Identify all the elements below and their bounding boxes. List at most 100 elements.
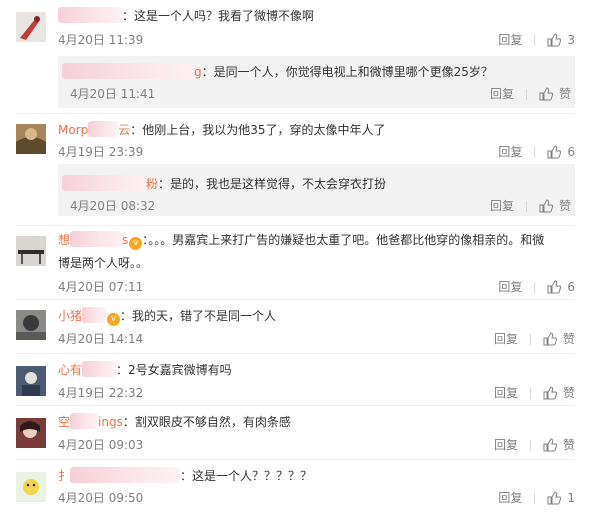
username-fragment[interactable]: ings [98, 415, 123, 429]
username-fragment[interactable]: 粉 [146, 177, 158, 191]
username-fragment[interactable]: 小猪 [58, 309, 82, 323]
action-divider [534, 492, 536, 504]
thumbs-up-icon [543, 438, 557, 452]
reply-item: g：是同一个人，你觉得电视上和微博里哪个更像25岁？ 4月20日 11:41 回… [58, 56, 575, 108]
blurred-username [58, 7, 122, 23]
comment-actions: 回复 赞 [494, 385, 575, 401]
like-label: 赞 [558, 199, 571, 213]
like-button[interactable]: 赞 [543, 331, 575, 347]
comment-time: 4月19日 23:39 [58, 145, 144, 159]
username-fragment[interactable]: Morp [58, 123, 88, 137]
like-label: 赞 [558, 87, 571, 101]
like-button[interactable]: 3 [547, 32, 575, 48]
like-button[interactable]: 赞 [543, 437, 575, 453]
reply-time: 4月20日 11:41 [70, 87, 156, 101]
avatar[interactable] [16, 310, 46, 340]
like-label: 赞 [562, 438, 575, 452]
username-fragment[interactable]: 扌 [58, 469, 70, 483]
divider [16, 113, 575, 114]
blurred-username [62, 63, 194, 79]
reply-time: 4月20日 08:32 [70, 199, 156, 213]
action-divider [534, 34, 536, 46]
action-divider [525, 200, 527, 212]
action-divider [529, 333, 531, 345]
reply-button[interactable]: 回复 [498, 490, 522, 506]
thumbs-up-icon [543, 332, 557, 346]
like-button[interactable]: 赞 [539, 86, 571, 102]
action-divider [529, 439, 531, 451]
reply-text: ：是同一个人，你觉得电视上和微博里哪个更像25岁？ [201, 65, 493, 79]
reply-button[interactable]: 回复 [498, 279, 522, 295]
vip-badge-icon: v [107, 313, 121, 326]
reply-button[interactable]: 回复 [490, 86, 514, 102]
avatar[interactable] [16, 12, 46, 42]
divider [16, 353, 575, 354]
comment-text-line: 扌 ：这是一个人？？？？？ [58, 466, 575, 486]
comment-time: 4月20日 14:14 [58, 332, 144, 346]
reply-button[interactable]: 回复 [494, 437, 518, 453]
comment-text-line: 想 s v ：。。。男嘉宾上来打广告的嫌疑也太重了吧。他爸都比他穿的像相亲的。和微博是… [58, 229, 575, 275]
thumbs-up-icon [547, 280, 562, 294]
action-divider [525, 88, 527, 100]
reply-button[interactable]: 回复 [494, 331, 518, 347]
username-fragment[interactable]: g [194, 65, 202, 79]
username-fragment[interactable]: 想 [58, 233, 70, 247]
comment-text-line: 心有 ：2号女嘉宾微博有吗 [58, 360, 575, 380]
comment-text: ：这是一个人？？？？？ [180, 469, 313, 483]
comment-actions: 回复 1 [498, 490, 575, 506]
avatar[interactable] [16, 236, 46, 266]
reply-text-line: g：是同一个人，你觉得电视上和微博里哪个更像25岁？ [62, 62, 575, 82]
avatar[interactable] [16, 472, 46, 502]
comment-actions: 回复 赞 [494, 331, 575, 347]
like-button[interactable]: 赞 [539, 198, 571, 214]
blurred-username [62, 175, 146, 191]
blurred-username [82, 361, 117, 377]
comment-text-line: Morp 云：他刚上台，我以为他35了，穿的太像中年人了 [58, 120, 575, 140]
blurred-username [88, 121, 119, 137]
like-button[interactable]: 1 [547, 490, 575, 506]
like-count: 3 [567, 33, 575, 47]
comment-text-line: 小猪 v ：我的天，错了不是同一个人 [58, 306, 575, 326]
divider [16, 299, 575, 300]
reply-button[interactable]: 回复 [494, 385, 518, 401]
username-fragment[interactable]: 云 [118, 123, 130, 137]
comment-actions: 回复 赞 [494, 437, 575, 453]
reply-actions: 回复 赞 [490, 86, 571, 102]
comment-text: ：他刚上台，我以为他35了，穿的太像中年人了 [130, 123, 386, 137]
blurred-username [70, 231, 123, 247]
comment-text: ：。。。男嘉宾上来打广告的嫌疑也太重了吧。他爸都比他穿的像相亲的。和微 [142, 233, 545, 247]
reply-item: 粉：是的，我也是这样觉得，不太会穿衣打扮 4月20日 08:32 回复 赞 [58, 164, 575, 216]
action-divider [534, 146, 536, 158]
action-divider [534, 281, 536, 293]
comment-actions: 回复 3 [498, 32, 575, 48]
reply-button[interactable]: 回复 [490, 198, 514, 214]
avatar[interactable] [16, 366, 46, 396]
reply-button[interactable]: 回复 [498, 144, 522, 160]
comment-time: 4月20日 09:03 [58, 438, 144, 452]
comment-text: ：2号女嘉宾微博有吗 [116, 363, 232, 377]
avatar[interactable] [16, 124, 46, 154]
reply-button[interactable]: 回复 [498, 32, 522, 48]
divider [16, 405, 575, 406]
blurred-username [70, 413, 99, 429]
comment-time: 4月20日 11:39 [58, 33, 144, 47]
comment-time: 4月19日 22:32 [58, 386, 144, 400]
username-fragment[interactable]: s [122, 233, 128, 247]
comment-time: 4月20日 07:11 [58, 280, 144, 294]
comment-text: 博是两个人呀。。 [58, 256, 149, 270]
username-fragment[interactable]: 空 [58, 415, 70, 429]
thumbs-up-icon [539, 87, 553, 101]
avatar[interactable] [16, 418, 46, 448]
comment-text: ：割双眼皮不够自然，有肉条感 [122, 415, 291, 429]
username-fragment[interactable]: 心有 [58, 363, 82, 377]
like-button[interactable]: 6 [547, 144, 575, 160]
action-divider [529, 387, 531, 399]
comment-text-line: ：这是一个人吗？我看了微博不像啊 [58, 6, 575, 26]
vip-badge-icon: v [129, 237, 143, 250]
comment-time: 4月20日 09:50 [58, 491, 144, 505]
like-button[interactable]: 6 [547, 279, 575, 295]
thumbs-up-icon [539, 199, 553, 213]
like-count: 6 [567, 280, 575, 294]
thumbs-up-icon [547, 33, 562, 47]
like-button[interactable]: 赞 [543, 385, 575, 401]
